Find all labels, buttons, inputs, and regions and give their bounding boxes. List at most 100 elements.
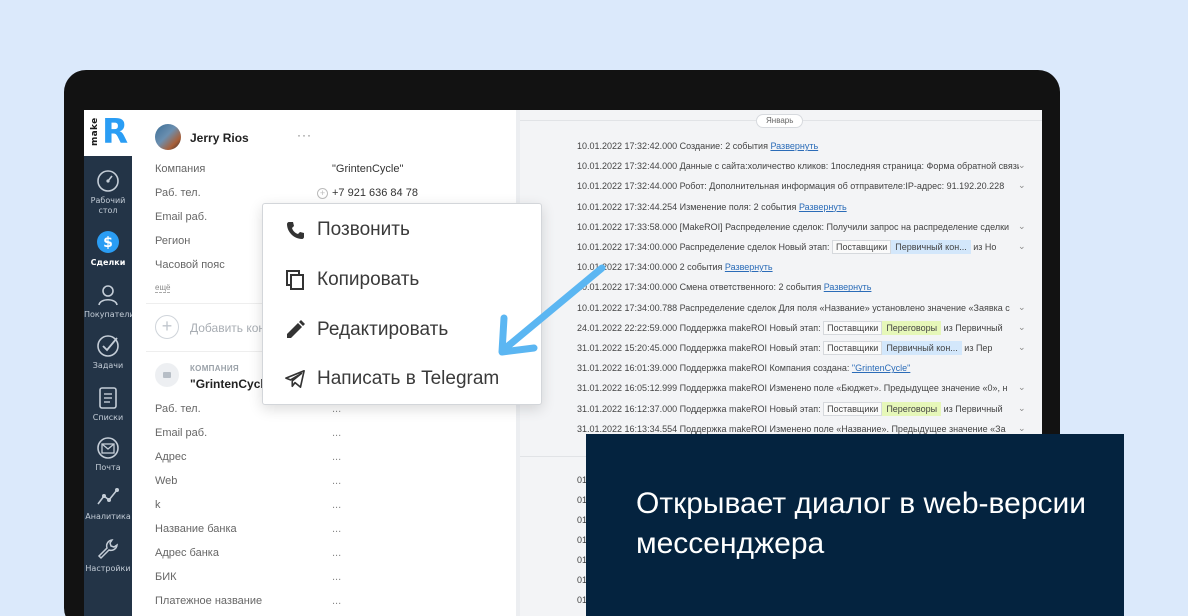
stage-tag: Первичный кон... bbox=[882, 341, 962, 355]
sidebar-item-label: Сделки bbox=[90, 258, 126, 267]
copy-icon bbox=[285, 269, 305, 291]
timeline-row-text: 10.01.2022 17:34:00.788 Распределение сд… bbox=[577, 302, 1010, 313]
timeline-row-text: 10.01.2022 17:34:00.000 Распределение сд… bbox=[577, 242, 833, 252]
expand-link[interactable]: Развернуть bbox=[725, 262, 773, 272]
chevron-down-icon[interactable]: ⌄ bbox=[1018, 423, 1026, 434]
timeline-row-suffix: из Но bbox=[970, 242, 997, 252]
chevron-down-icon[interactable]: ⌄ bbox=[1018, 180, 1026, 191]
more-fields-link[interactable]: ещё bbox=[155, 283, 171, 293]
company-section-label: КОМПАНИЯ bbox=[190, 364, 239, 373]
svg-text:$: $ bbox=[103, 235, 113, 251]
phone-icon bbox=[285, 219, 305, 241]
chevron-down-icon[interactable]: ⌄ bbox=[1018, 322, 1026, 333]
timeline-row-text: 10.01.2022 17:34:00.000 Смена ответствен… bbox=[577, 282, 824, 293]
company-field-label: Email раб. bbox=[155, 427, 208, 439]
avatar[interactable] bbox=[155, 124, 181, 150]
expand-link[interactable]: "GrintenCycle" bbox=[852, 363, 910, 373]
check-icon bbox=[97, 335, 119, 357]
company-field-label: Web bbox=[155, 475, 178, 487]
expand-link[interactable]: Развернуть bbox=[770, 141, 818, 151]
company-icon bbox=[155, 363, 179, 387]
timeline-row-text: 31.01.2022 16:01:39.000 Поддержка makeRO… bbox=[577, 363, 852, 374]
stage-tag: Поставщики bbox=[832, 240, 892, 254]
company-field-value[interactable]: ... bbox=[332, 547, 341, 559]
users-icon bbox=[98, 285, 118, 306]
chevron-down-icon[interactable]: ⌄ bbox=[1018, 241, 1026, 252]
callout-text: Открывает диалог в web-версии мессенджер… bbox=[636, 487, 1087, 560]
wrench-icon bbox=[97, 539, 118, 560]
pencil-icon bbox=[285, 319, 305, 341]
chevron-down-icon[interactable]: ⌄ bbox=[1018, 302, 1026, 313]
speedometer-icon bbox=[97, 170, 119, 192]
pointer-arrow bbox=[498, 264, 606, 356]
more-options-icon[interactable]: ··· bbox=[297, 128, 312, 142]
sidebar-item-label: Почта bbox=[95, 463, 121, 472]
chevron-down-icon[interactable]: ⌄ bbox=[1018, 160, 1026, 171]
company-field-value[interactable]: ... bbox=[332, 499, 341, 511]
expand-link[interactable]: Развернуть bbox=[799, 202, 847, 212]
menu-item-label: Позвонить bbox=[317, 219, 410, 240]
stage-tag: Первичный кон... bbox=[891, 240, 971, 254]
timeline-row: 10.01.2022 17:34:00.788 Распределение сд… bbox=[577, 301, 1019, 315]
timeline-row-text: 24.01.2022 22:22:59.000 Поддержка makeRO… bbox=[577, 322, 824, 333]
chevron-down-icon[interactable]: ⌄ bbox=[1018, 382, 1026, 393]
company-field-value[interactable]: ... bbox=[332, 427, 341, 439]
field-value-company[interactable]: "GrintenCycle" bbox=[332, 163, 403, 175]
dollar-icon: $ bbox=[97, 231, 119, 253]
contact-name[interactable]: Jerry Rios bbox=[190, 131, 249, 145]
sidebar-item-customers[interactable]: Покупатели bbox=[84, 282, 135, 320]
logo: make R bbox=[84, 110, 132, 156]
timeline-row-text: 10.01.2022 17:32:44.000 Робот: Дополните… bbox=[577, 181, 1005, 192]
menu-item-call[interactable]: Позвонить bbox=[285, 215, 410, 245]
company-field-label: Название банка bbox=[155, 523, 237, 535]
timeline-row-suffix: из Пер bbox=[961, 343, 993, 353]
sidebar-item-analytics[interactable]: Аналитика bbox=[84, 484, 132, 522]
timeline-row-text: 31.01.2022 16:12:37.000 Поддержка makeRO… bbox=[577, 403, 824, 414]
sidebar-item-settings[interactable]: Настройки bbox=[84, 536, 132, 574]
menu-item-edit[interactable]: Редактировать bbox=[285, 315, 448, 345]
field-value-work-phone[interactable]: +7 921 636 84 78 bbox=[332, 187, 418, 199]
sidebar-item-mail[interactable]: Почта bbox=[84, 435, 132, 473]
menu-item-telegram[interactable]: Написать в Telegram bbox=[285, 364, 499, 394]
sidebar-item-lists[interactable]: Списки bbox=[84, 385, 132, 423]
sidebar-item-deals[interactable]: $ Сделки bbox=[84, 228, 132, 268]
timeline-row: 10.01.2022 17:33:58.000 [MakeROI] Распре… bbox=[577, 220, 1019, 234]
timeline-row: 10.01.2022 17:34:00.000 Распределение сд… bbox=[577, 240, 1019, 254]
add-contact-icon[interactable]: + bbox=[155, 315, 179, 339]
month-label: Январь bbox=[756, 114, 804, 128]
add-phone-icon[interactable]: + bbox=[317, 188, 328, 199]
sidebar-item-tasks[interactable]: Задачи bbox=[84, 333, 132, 371]
timeline-row-text: 10.01.2022 17:32:44.254 Изменение поля: … bbox=[577, 201, 799, 212]
menu-item-label: Написать в Telegram bbox=[317, 368, 500, 389]
field-label-timezone: Часовой пояс bbox=[155, 259, 225, 271]
company-field-label: k bbox=[155, 499, 161, 511]
chevron-down-icon[interactable]: ⌄ bbox=[1018, 342, 1026, 353]
company-field-value[interactable]: ... bbox=[332, 571, 341, 583]
sidebar-item-dashboard[interactable]: Рабочий стол bbox=[84, 168, 132, 216]
sidebar-item-label: Покупатели bbox=[84, 310, 135, 319]
timeline-row-suffix: из Первичный bbox=[941, 403, 1003, 414]
timeline-row: 10.01.2022 17:34:00.000 2 события Развер… bbox=[577, 260, 1019, 274]
chevron-down-icon[interactable]: ⌄ bbox=[1018, 221, 1026, 232]
menu-item-copy[interactable]: Копировать bbox=[285, 265, 419, 295]
expand-link[interactable]: Развернуть bbox=[824, 282, 872, 292]
field-label-work-phone: Раб. тел. bbox=[155, 187, 201, 199]
telegram-icon bbox=[285, 368, 305, 390]
sidebar-item-label-2: стол bbox=[98, 206, 118, 215]
field-label-region: Регион bbox=[155, 235, 191, 247]
mail-icon bbox=[97, 437, 119, 459]
stage-tag: Переговоры bbox=[882, 401, 942, 416]
chevron-down-icon[interactable]: ⌄ bbox=[1018, 403, 1026, 414]
company-field-value[interactable]: ... bbox=[332, 451, 341, 463]
timeline-row: 31.01.2022 16:05:12.999 Поддержка makeRO… bbox=[577, 381, 1019, 395]
company-field-value[interactable]: ... bbox=[332, 523, 341, 535]
stage-tag: Переговоры bbox=[882, 320, 942, 335]
sidebar-item-label: Списки bbox=[92, 413, 124, 422]
company-field-value[interactable]: ... bbox=[332, 475, 341, 487]
timeline-row: 10.01.2022 17:32:42.000 Создание: 2 собы… bbox=[577, 139, 1019, 153]
company-field-value[interactable]: ... bbox=[332, 595, 341, 607]
timeline-row: 31.01.2022 16:01:39.000 Поддержка makeRO… bbox=[577, 361, 1019, 375]
timeline-row-text: 10.01.2022 17:32:44.000 Данные с сайта:х… bbox=[577, 161, 1019, 172]
timeline-row-text: 31.01.2022 16:13:34.554 Поддержка makeRO… bbox=[577, 423, 1006, 434]
company-field-label: Раб. тел. bbox=[155, 403, 201, 415]
